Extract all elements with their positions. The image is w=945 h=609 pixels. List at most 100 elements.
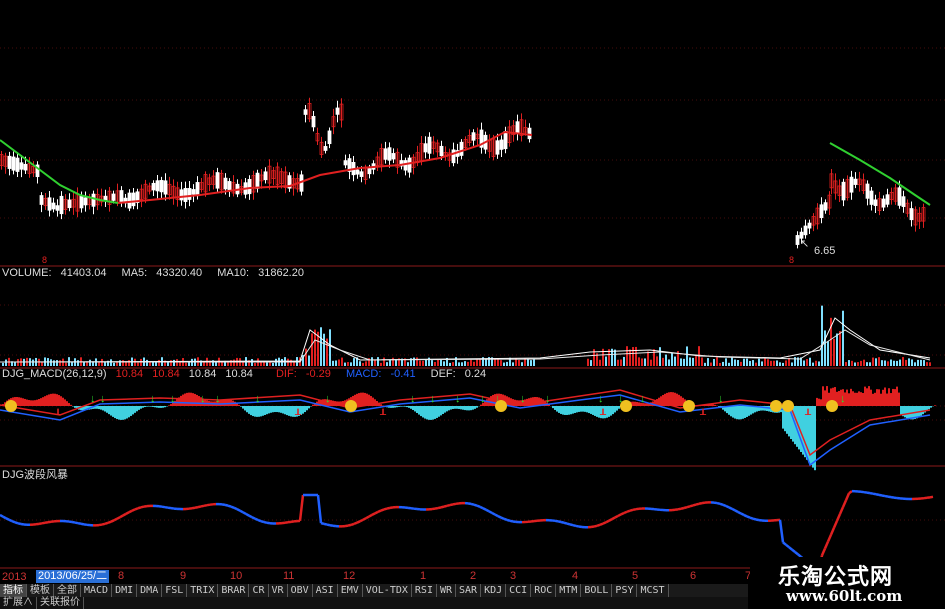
wave-segment	[368, 513, 373, 518]
volume-bar	[347, 362, 349, 366]
macd-bar	[254, 406, 256, 417]
macd-bar	[312, 404, 314, 406]
tab-vr[interactable]: VR	[269, 584, 288, 597]
wave-segment	[245, 512, 250, 517]
macd-bar	[122, 406, 124, 420]
wave-segment	[122, 512, 127, 517]
candle-body	[471, 132, 476, 141]
wave-segment	[140, 505, 145, 509]
macd-label: MACD:	[345, 368, 382, 380]
tab-psy[interactable]: PSY	[612, 584, 638, 597]
tab-kdj[interactable]: KDJ	[481, 584, 507, 597]
buy-arrow-icon: ↓	[215, 393, 221, 405]
macd-bar	[60, 396, 62, 406]
macd-bar	[874, 392, 876, 406]
volume-bar	[650, 359, 652, 366]
macd-bar	[580, 406, 582, 412]
tab-asi[interactable]: ASI	[313, 584, 338, 597]
candle-body	[901, 196, 906, 207]
tab-obv[interactable]: OBV	[288, 584, 313, 597]
tab-fsl[interactable]: FSL	[162, 584, 188, 597]
tab-cci[interactable]: CCI	[506, 584, 532, 597]
macd-bar	[158, 406, 160, 408]
wave-segment	[731, 507, 736, 512]
tab-rsi[interactable]: RSI	[412, 584, 437, 597]
macd-bar	[24, 398, 26, 406]
volume-bar	[458, 362, 460, 366]
tab-dma[interactable]: DMA	[137, 584, 163, 597]
tab-macd[interactable]: MACD	[81, 584, 113, 597]
tab-roc[interactable]: ROC	[531, 584, 557, 597]
price-moving-averages: 88	[0, 130, 931, 265]
stock-chart[interactable]: 88 ↓ ↓ ↓ ↓ ↓ ↓ ↓ ↓ ↓ ↓ ↓ ↓ ↓ ↓ ↓ ↓ ↓ ↓ ↓ ↓┸ ┸ ┸ ┸ ┸ ┸	[0, 0, 945, 609]
macd-bar	[262, 406, 264, 416]
bottom-tab-1[interactable]: 关联报价	[37, 597, 84, 609]
tab-emv[interactable]: EMV	[338, 584, 363, 597]
macd-bar	[70, 404, 72, 406]
volume-bar	[881, 360, 883, 366]
tab-boll[interactable]: BOLL	[581, 584, 613, 597]
macd-bar	[560, 406, 562, 414]
candle-body	[383, 148, 388, 160]
wave-segment	[74, 521, 79, 525]
volume-bar	[644, 358, 646, 366]
tab-dmi[interactable]: DMI	[112, 584, 138, 597]
axis-tick: 9	[180, 570, 187, 582]
tab-mtm[interactable]: MTM	[556, 584, 582, 597]
wave-segment	[116, 516, 121, 520]
tab-brar[interactable]: BRAR	[218, 584, 250, 597]
macd-bar	[444, 406, 446, 413]
tab-mcst[interactable]: MCST	[637, 584, 669, 597]
volume-bar	[911, 359, 913, 366]
candle-body	[881, 198, 886, 208]
candle-body	[227, 181, 232, 191]
tab-指标[interactable]: 指标	[0, 584, 27, 597]
wave-segment	[605, 519, 610, 524]
volume-bar	[431, 360, 433, 366]
macd-bar	[536, 397, 538, 406]
sell-marker-icon: ┸	[699, 408, 707, 421]
candle-body	[503, 130, 508, 150]
macd-bar	[568, 406, 570, 415]
tab-模板[interactable]: 模板	[27, 584, 54, 597]
volume-bar	[695, 356, 697, 366]
macd-bar	[852, 391, 854, 406]
macd-bar	[552, 406, 554, 409]
macd-bar	[128, 406, 130, 418]
bottom-tab-0[interactable]: 扩展∧	[0, 597, 37, 609]
volume-bar	[878, 357, 880, 366]
macd-bar	[908, 406, 910, 419]
wave-segment	[326, 523, 331, 527]
volume-bar	[839, 331, 841, 366]
tab-cr[interactable]: CR	[249, 584, 269, 597]
volume-bar	[272, 362, 274, 366]
macd-bar	[490, 396, 492, 406]
tab-wr[interactable]: WR	[437, 584, 457, 597]
wave-segment	[820, 548, 827, 556]
tab-sar[interactable]: SAR	[456, 584, 482, 597]
volume-bar	[713, 359, 715, 366]
volume-bar	[329, 329, 331, 366]
wave-segment	[503, 517, 508, 522]
candle-body	[223, 177, 228, 190]
volume-bar	[773, 360, 775, 366]
macd-bar	[728, 406, 730, 415]
volume-bar	[188, 362, 190, 366]
wave-segment	[566, 522, 571, 526]
def-label: DEF:	[430, 368, 456, 380]
macd-bar	[396, 406, 398, 408]
macd-bar	[450, 406, 452, 410]
wave-segment	[107, 520, 112, 525]
macd-bar	[282, 406, 284, 414]
tab-vol-tdx[interactable]: VOL-TDX	[363, 584, 412, 597]
buy-arrow-icon: ↓	[480, 393, 486, 405]
volume-bar	[233, 359, 235, 366]
tab-全部[interactable]: 全部	[54, 584, 81, 597]
volume-bar	[530, 360, 532, 366]
macd-bar	[268, 406, 270, 414]
candle-body	[183, 188, 188, 202]
macd-bar	[856, 392, 858, 406]
wave-segment	[104, 521, 109, 526]
tab-trix[interactable]: TRIX	[187, 584, 219, 597]
macd-bar	[288, 406, 290, 416]
